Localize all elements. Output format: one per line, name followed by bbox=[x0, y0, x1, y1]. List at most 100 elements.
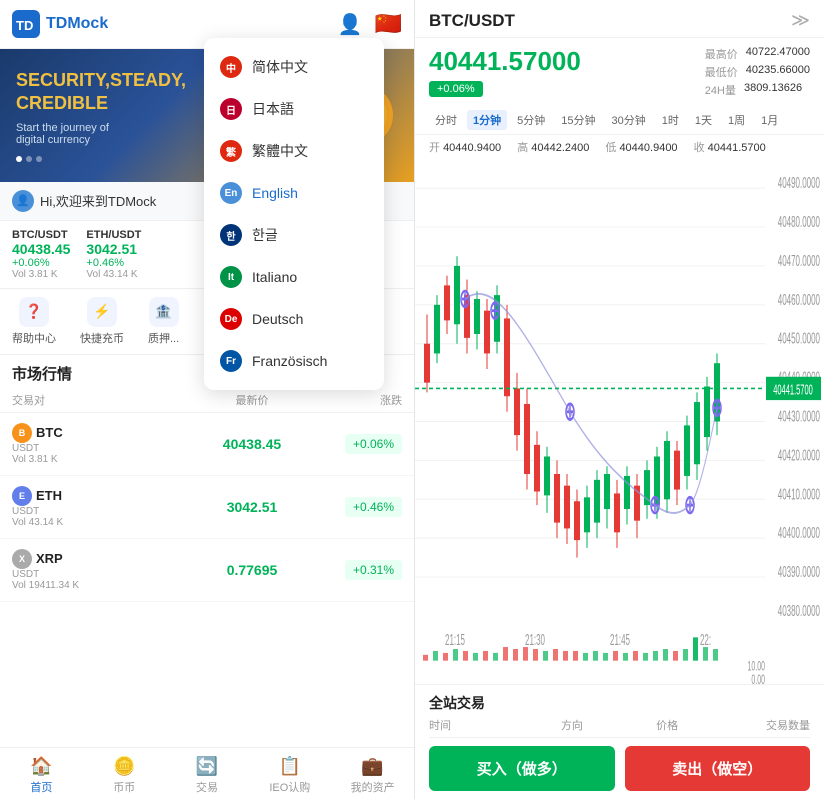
user-icon[interactable]: 👤 bbox=[338, 12, 363, 37]
price-big: 40441.57000 bbox=[429, 46, 689, 77]
sell-button[interactable]: 卖出（做空） bbox=[625, 746, 811, 791]
trade-col-dir: 方向 bbox=[524, 717, 619, 733]
bottom-nav: 🏠 首页 🪙 币币 🔄 交易 📋 IEO认购 💼 我的资产 bbox=[0, 747, 414, 799]
ticker-btc-vol: Vol 3.81 K bbox=[12, 269, 70, 280]
btc-price-col: 40438.45 bbox=[172, 436, 332, 452]
nav-help-label: 帮助中心 bbox=[12, 330, 56, 346]
lang-item-3[interactable]: EnEnglish bbox=[204, 172, 384, 214]
svg-text:40470.0000: 40470.0000 bbox=[778, 252, 820, 270]
svg-text:40460.0000: 40460.0000 bbox=[778, 291, 820, 309]
vol-label: 24H量 bbox=[705, 82, 736, 98]
low-ohlc-label: 低 40440.9400 bbox=[605, 139, 677, 155]
eth-price: 3042.51 bbox=[172, 499, 332, 515]
vol-val: 3809.13626 bbox=[744, 82, 802, 98]
lang-item-1[interactable]: 日日本語 bbox=[204, 88, 384, 130]
welcome-avatar: 👤 bbox=[12, 190, 34, 212]
price-info: 40441.57000 +0.06% 最高价 40722.47000 最低价 4… bbox=[415, 38, 824, 106]
btc-base: USDT bbox=[12, 443, 172, 454]
market-row-xrp[interactable]: X XRP USDT Vol 19411.34 K 0.77695 +0.31% bbox=[0, 539, 414, 602]
nav-recharge[interactable]: ⚡ 快捷充币 bbox=[80, 297, 124, 346]
lang-item-2[interactable]: 繁繁體中文 bbox=[204, 130, 384, 172]
time-tab-5分钟[interactable]: 5分钟 bbox=[511, 110, 551, 130]
btc-pair-name: B BTC bbox=[12, 423, 172, 443]
nav-help[interactable]: ❓ 帮助中心 bbox=[12, 297, 56, 346]
time-tab-1周[interactable]: 1周 bbox=[722, 110, 751, 130]
lang-item-4[interactable]: 한한글 bbox=[204, 214, 384, 256]
btc-pair-col: B BTC USDT Vol 3.81 K bbox=[12, 423, 172, 465]
svg-text:22:: 22: bbox=[700, 631, 711, 649]
eth-vol: Vol 43.14 K bbox=[12, 517, 172, 528]
nav-trade[interactable]: 🔄 交易 bbox=[166, 754, 249, 797]
nav-coin[interactable]: 🪙 币币 bbox=[83, 754, 166, 797]
svg-text:40380.0000: 40380.0000 bbox=[778, 602, 820, 620]
svg-text:40400.0000: 40400.0000 bbox=[778, 524, 820, 542]
svg-text:40410.0000: 40410.0000 bbox=[778, 485, 820, 503]
welcome-text: Hi,欢迎来到TDMock bbox=[40, 191, 156, 210]
lang-label-3: English bbox=[252, 185, 298, 201]
ticker-eth[interactable]: ETH/USDT 3042.51 +0.46% Vol 43.14 K bbox=[86, 229, 141, 280]
svg-text:40490.0000: 40490.0000 bbox=[778, 174, 820, 192]
btc-vol: Vol 3.81 K bbox=[12, 454, 172, 465]
lang-item-7[interactable]: FrFranzösisch bbox=[204, 340, 384, 382]
nav-assets[interactable]: 💼 我的资产 bbox=[331, 754, 414, 797]
time-tab-1时[interactable]: 1时 bbox=[656, 110, 685, 130]
lang-item-0[interactable]: 中简体中文 bbox=[204, 46, 384, 88]
time-tab-15分钟[interactable]: 15分钟 bbox=[555, 110, 601, 130]
chart-pair-title: BTC/USDT bbox=[429, 11, 515, 31]
svg-text:40480.0000: 40480.0000 bbox=[778, 213, 820, 231]
svg-text:21:45: 21:45 bbox=[610, 631, 630, 649]
ieo-icon: 📋 bbox=[279, 756, 301, 777]
market-row-btc[interactable]: B BTC USDT Vol 3.81 K 40438.45 +0.06% bbox=[0, 413, 414, 476]
lang-item-5[interactable]: ItItaliano bbox=[204, 256, 384, 298]
lang-label-0: 简体中文 bbox=[252, 57, 308, 77]
low-stat: 最低价 40235.66000 bbox=[705, 64, 810, 80]
xrp-base: USDT bbox=[12, 569, 172, 580]
ticker-eth-change: +0.46% bbox=[86, 257, 141, 269]
market-col-price: 最新价 bbox=[172, 392, 332, 408]
nav-home[interactable]: 🏠 首页 bbox=[0, 754, 83, 797]
time-tab-1月[interactable]: 1月 bbox=[755, 110, 784, 130]
lang-label-4: 한글 bbox=[252, 225, 278, 245]
nav-ieo[interactable]: 📋 IEO认购 bbox=[248, 754, 331, 797]
market-row-eth[interactable]: E ETH USDT Vol 43.14 K 3042.51 +0.46% bbox=[0, 476, 414, 539]
nav-trade-label: 交易 bbox=[196, 779, 218, 795]
btc-coin-icon: B bbox=[12, 423, 32, 443]
flag-icon[interactable]: 🇨🇳 bbox=[375, 11, 402, 37]
nav-pledge[interactable]: 🏦 质押... bbox=[148, 297, 179, 346]
svg-text:40390.0000: 40390.0000 bbox=[778, 563, 820, 581]
eth-pair-col: E ETH USDT Vol 43.14 K bbox=[12, 486, 172, 528]
btc-change-col: +0.06% bbox=[332, 434, 402, 454]
buy-button[interactable]: 买入（做多） bbox=[429, 746, 615, 791]
eth-price-col: 3042.51 bbox=[172, 499, 332, 515]
time-tab-分时[interactable]: 分时 bbox=[429, 110, 463, 130]
time-tab-1分钟[interactable]: 1分钟 bbox=[467, 110, 507, 130]
xrp-price: 0.77695 bbox=[172, 562, 332, 578]
ticker-btc[interactable]: BTC/USDT 40438.45 +0.06% Vol 3.81 K bbox=[12, 229, 70, 280]
chart-header: BTC/USDT ≫ bbox=[415, 0, 824, 38]
time-tab-1天[interactable]: 1天 bbox=[689, 110, 718, 130]
right-panel: BTC/USDT ≫ 40441.57000 +0.06% 最高价 40722.… bbox=[415, 0, 824, 799]
eth-coin-icon: E bbox=[12, 486, 32, 506]
back-icon[interactable]: ≫ bbox=[791, 10, 810, 31]
trade-history-title: 全站交易 bbox=[429, 693, 810, 713]
pledge-icon: 🏦 bbox=[149, 297, 179, 327]
eth-base: USDT bbox=[12, 506, 172, 517]
coin-icon-nav: 🪙 bbox=[113, 756, 135, 777]
eth-pair-name: E ETH bbox=[12, 486, 172, 506]
svg-text:TD: TD bbox=[16, 18, 33, 33]
ticker-btc-pair: BTC/USDT bbox=[12, 229, 70, 241]
lang-label-6: Deutsch bbox=[252, 311, 303, 327]
logo: TD TDMock bbox=[12, 10, 108, 38]
btc-change-badge: +0.06% bbox=[345, 434, 402, 454]
left-panel: TD TDMock 👤 🇨🇳 SECURITY,STEADY,CREDIBLE … bbox=[0, 0, 415, 799]
lang-item-6[interactable]: DeDeutsch bbox=[204, 298, 384, 340]
svg-text:40441.5700: 40441.5700 bbox=[773, 383, 813, 398]
language-dropdown: 中简体中文日日本語繁繁體中文EnEnglish한한글ItItalianoDeDe… bbox=[204, 38, 384, 390]
lang-label-1: 日本語 bbox=[252, 99, 294, 119]
eth-change-col: +0.46% bbox=[332, 497, 402, 517]
eth-change-badge: +0.46% bbox=[345, 497, 402, 517]
lang-flag-1: 日 bbox=[220, 98, 242, 120]
ticker-btc-change: +0.06% bbox=[12, 257, 70, 269]
ticker-eth-pair: ETH/USDT bbox=[86, 229, 141, 241]
time-tab-30分钟[interactable]: 30分钟 bbox=[606, 110, 652, 130]
